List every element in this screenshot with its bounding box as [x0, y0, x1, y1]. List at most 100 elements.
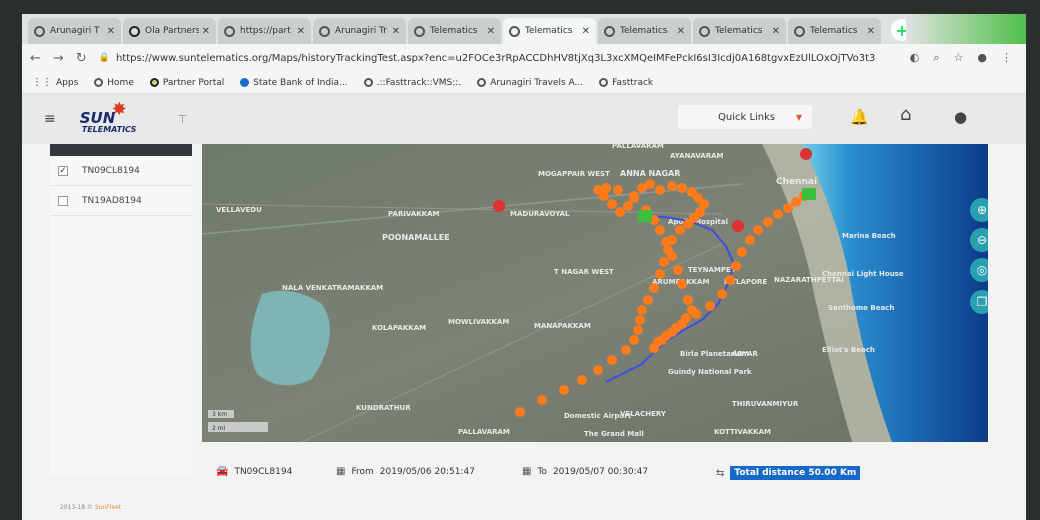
route-point[interactable] [593, 365, 603, 375]
route-point[interactable] [783, 203, 793, 213]
route-point[interactable] [745, 235, 755, 245]
end-marker-icon[interactable] [802, 188, 816, 200]
route-point[interactable] [667, 327, 677, 337]
route-point[interactable] [753, 225, 763, 235]
layers-icon[interactable]: ❐ [970, 290, 988, 314]
route-point[interactable] [629, 193, 639, 203]
route-point[interactable] [717, 289, 727, 299]
route-point[interactable] [621, 345, 631, 355]
zoom-out-icon[interactable]: ⊖ [970, 228, 988, 252]
bookmark-item[interactable]: State Bank of India... [240, 78, 348, 88]
home-icon[interactable]: ⌂ [900, 104, 911, 125]
route-point[interactable] [559, 385, 569, 395]
browser-tab[interactable]: Ola Partners ✕ [123, 18, 216, 44]
bookmark-item[interactable]: Arunagiri Travels A... [477, 78, 583, 88]
menu-dots-icon[interactable]: ⋮ [1001, 51, 1012, 65]
hamburger-menu-icon[interactable]: ≡ [44, 111, 56, 127]
bookmark-item[interactable]: Fasttrack [599, 78, 653, 88]
route-point[interactable] [613, 185, 623, 195]
bookmark-item[interactable]: ⋮⋮ Apps [32, 77, 78, 88]
route-point[interactable] [655, 225, 665, 235]
route-point[interactable] [673, 265, 683, 275]
route-point[interactable] [791, 197, 801, 207]
browser-tab[interactable]: https://part ✕ [218, 18, 311, 44]
vehicle-checkbox[interactable]: ✓ [58, 165, 68, 176]
zoom-in-icon[interactable]: ⊕ [970, 198, 988, 222]
vehicle-checkbox[interactable] [58, 195, 68, 206]
route-point[interactable] [655, 269, 665, 279]
route-point[interactable] [661, 237, 671, 247]
route-point[interactable] [637, 305, 647, 315]
route-point[interactable] [623, 201, 633, 211]
browser-tab[interactable]: Telematics ✕ [408, 18, 501, 44]
route-point[interactable] [691, 309, 701, 319]
route-point[interactable] [537, 395, 547, 405]
close-icon[interactable]: ✕ [677, 26, 685, 37]
zoom-icon[interactable]: ⌕ [933, 51, 939, 65]
profile-icon[interactable]: ● [977, 51, 987, 65]
route-point[interactable] [773, 209, 783, 219]
route-point[interactable] [763, 217, 773, 227]
route-point[interactable] [677, 279, 687, 289]
forward-icon[interactable]: → [53, 51, 64, 66]
browser-tab[interactable]: Telematics ✕ [788, 18, 881, 44]
route-point[interactable] [577, 375, 587, 385]
route-point[interactable] [667, 181, 677, 191]
route-point[interactable] [683, 295, 693, 305]
url-input[interactable]: 🔒 https://www.suntelematics.org/Maps/his… [99, 48, 910, 68]
reload-icon[interactable]: ↻ [76, 51, 87, 66]
browser-tab[interactable]: Telematics ✕ [503, 18, 596, 44]
route-point[interactable] [677, 319, 687, 329]
route-point[interactable] [637, 183, 647, 193]
route-point[interactable] [615, 207, 625, 217]
bell-icon[interactable]: 🔔 [850, 108, 869, 126]
close-icon[interactable]: ✕ [392, 26, 400, 37]
route-point[interactable] [607, 199, 617, 209]
bookmark-item[interactable]: .::Fasttrack::VMS::. [363, 78, 461, 88]
browser-tab[interactable]: Arunagiri T ✕ [28, 18, 121, 44]
close-icon[interactable]: ✕ [772, 26, 780, 37]
route-point[interactable] [659, 257, 669, 267]
route-point[interactable] [705, 301, 715, 311]
route-point[interactable] [515, 407, 525, 417]
close-icon[interactable]: ✕ [107, 26, 115, 37]
browser-tab[interactable]: Arunagiri Tr ✕ [313, 18, 406, 44]
quick-links-dropdown[interactable]: Quick Links ▼ [678, 105, 812, 129]
locate-icon[interactable]: ◎ [970, 258, 988, 282]
route-point[interactable] [687, 187, 697, 197]
bookmark-star-icon[interactable]: ☆ [954, 51, 964, 65]
back-icon[interactable]: ← [30, 51, 41, 66]
route-point[interactable] [633, 325, 643, 335]
browser-tab[interactable]: Telematics ✕ [598, 18, 691, 44]
close-icon[interactable]: ✕ [202, 26, 210, 37]
close-icon[interactable]: ✕ [297, 26, 305, 37]
route-point[interactable] [629, 335, 639, 345]
user-icon[interactable]: ● [954, 108, 967, 126]
extension-icon[interactable]: ◐ [910, 51, 920, 65]
start-marker-icon[interactable] [638, 210, 652, 222]
route-point[interactable] [649, 283, 659, 293]
route-point[interactable] [643, 295, 653, 305]
route-point[interactable] [731, 261, 741, 271]
filter-icon[interactable]: ⊤ [178, 113, 188, 126]
route-point[interactable] [725, 275, 735, 285]
vehicle-list-item[interactable]: TN19AD8194 [50, 186, 192, 216]
route-point[interactable] [667, 251, 677, 261]
vehicle-list-item[interactable]: ✓ TN09CL8194 [50, 156, 192, 186]
map-view[interactable]: AYANAVARAM MOGAPPAIR WEST ANNA NAGAR Chenna… [202, 144, 988, 442]
route-point[interactable] [677, 183, 687, 193]
browser-tab[interactable]: Telematics ✕ [693, 18, 786, 44]
route-point[interactable] [675, 225, 685, 235]
bookmark-item[interactable]: Partner Portal [149, 78, 224, 88]
bookmark-item[interactable]: Home [94, 78, 134, 88]
route-point[interactable] [657, 335, 667, 345]
close-icon[interactable]: ✕ [582, 26, 590, 37]
route-point[interactable] [655, 185, 665, 195]
route-point[interactable] [635, 315, 645, 325]
route-point[interactable] [607, 355, 617, 365]
route-point[interactable] [601, 183, 611, 193]
close-icon[interactable]: ✕ [867, 26, 875, 37]
close-icon[interactable]: ✕ [487, 26, 495, 37]
route-point[interactable] [737, 247, 747, 257]
route-point[interactable] [649, 343, 659, 353]
